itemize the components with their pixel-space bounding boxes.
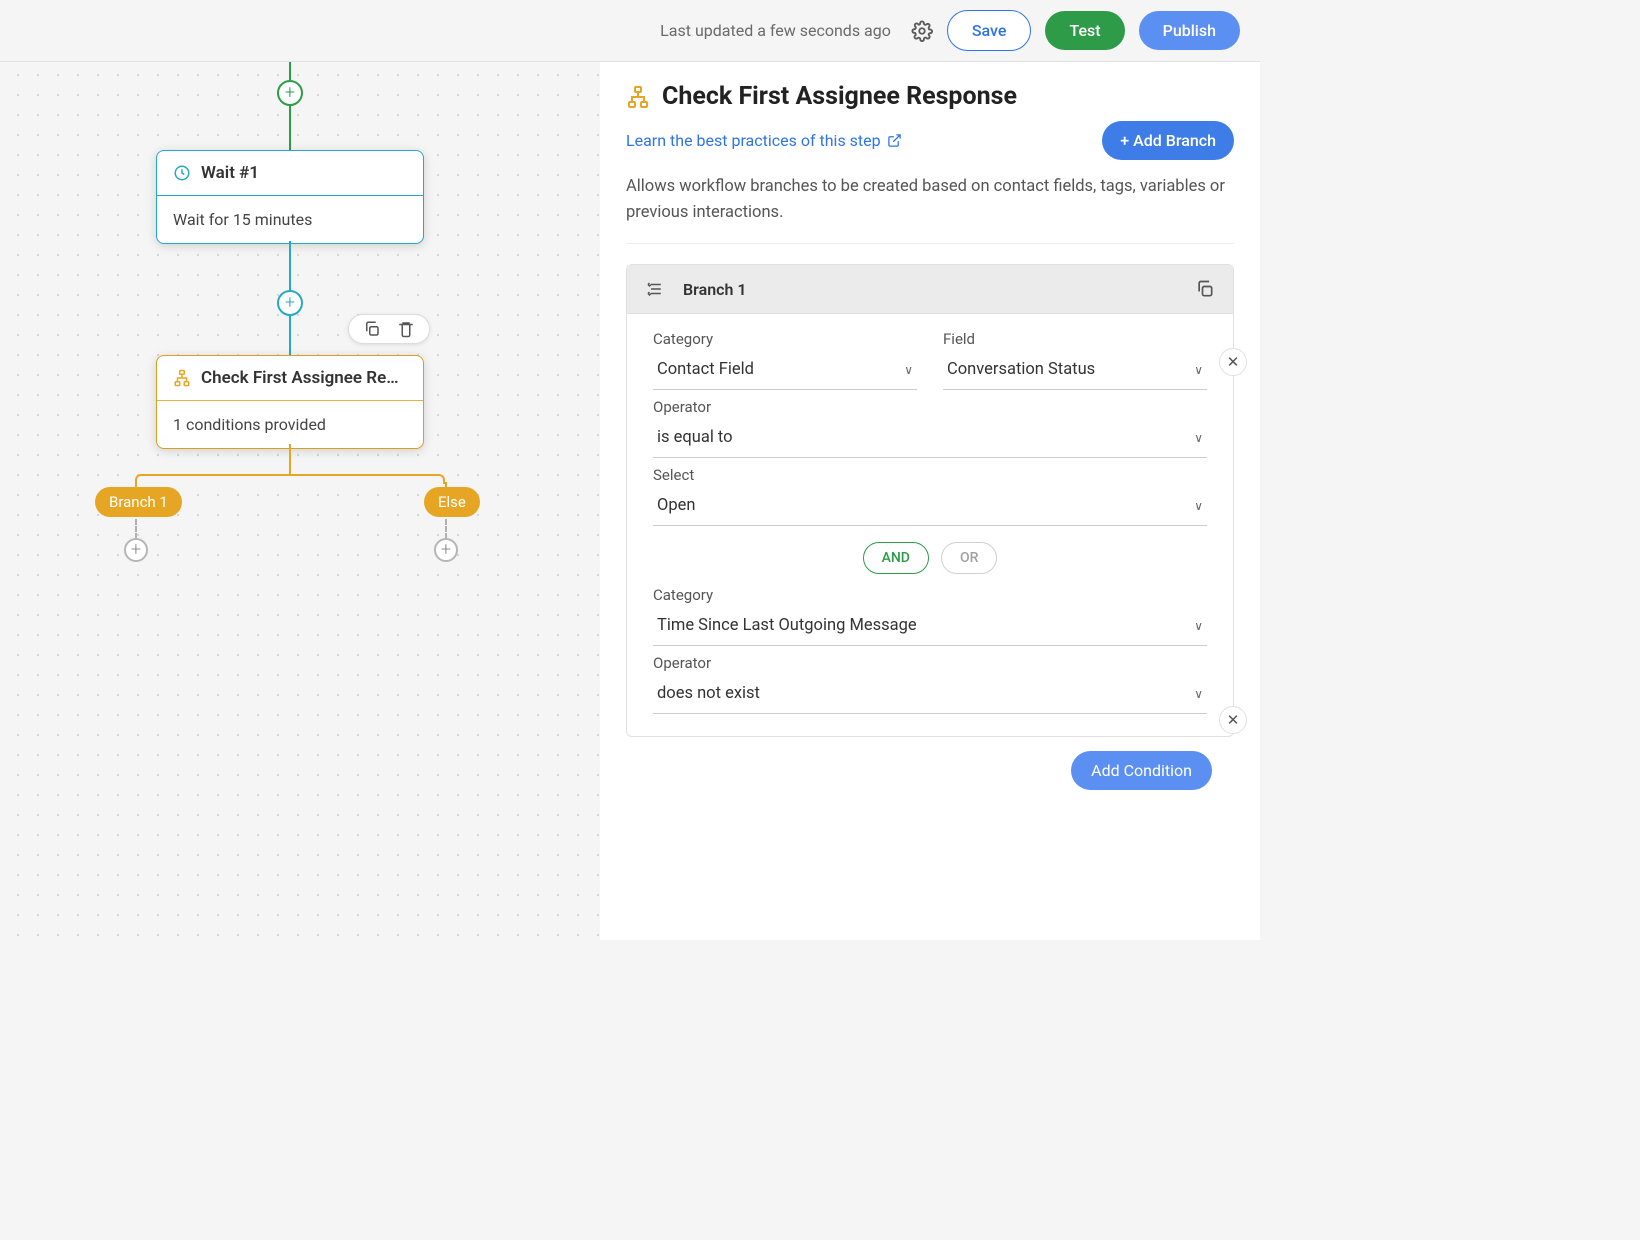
- wait-node-body: Wait for 15 minutes: [157, 196, 423, 243]
- learn-link-text: Learn the best practices of this step: [626, 131, 881, 150]
- wait-node-header: Wait #1: [157, 151, 423, 196]
- branch-name: Branch 1: [683, 280, 1175, 299]
- header: Last updated a few seconds ago Save Test…: [0, 0, 1260, 62]
- connector: [135, 519, 137, 539]
- remove-condition-button[interactable]: ✕: [1219, 348, 1247, 376]
- field-label: Field: [943, 330, 1207, 348]
- field-select[interactable]: Conversation Status∨: [943, 352, 1207, 390]
- connector: [289, 316, 291, 355]
- add-node-icon[interactable]: +: [124, 538, 148, 562]
- learn-link[interactable]: Learn the best practices of this step: [626, 131, 902, 150]
- panel-title: Check First Assignee Response: [662, 82, 1017, 111]
- trash-icon[interactable]: [397, 320, 415, 338]
- config-panel: Check First Assignee Response Learn the …: [600, 62, 1260, 940]
- add-node-icon[interactable]: +: [277, 80, 303, 106]
- clock-icon: [173, 164, 191, 182]
- connector: [289, 62, 291, 80]
- test-button[interactable]: Test: [1045, 11, 1124, 50]
- branch-node-header: Check First Assignee Re…: [157, 356, 423, 401]
- copy-icon[interactable]: [363, 320, 381, 338]
- gear-icon[interactable]: [911, 20, 933, 42]
- category-select[interactable]: Time Since Last Outgoing Message∨: [653, 608, 1207, 646]
- branch-icon: [626, 85, 650, 109]
- connector: [445, 519, 447, 539]
- wait-node-title: Wait #1: [201, 163, 259, 183]
- value-select[interactable]: Open∨: [653, 488, 1207, 526]
- connector: [135, 474, 445, 484]
- operator-label: Operator: [653, 398, 1207, 416]
- reorder-icon[interactable]: [645, 280, 663, 298]
- or-button[interactable]: OR: [941, 542, 997, 574]
- operator-select[interactable]: does not exist∨: [653, 676, 1207, 714]
- operator-select[interactable]: is equal to∨: [653, 420, 1207, 458]
- connector: [289, 106, 291, 150]
- connector: [289, 241, 291, 291]
- chevron-down-icon: ∨: [1194, 431, 1203, 445]
- add-node-icon[interactable]: +: [277, 290, 303, 316]
- wait-node[interactable]: Wait #1 Wait for 15 minutes: [156, 150, 424, 244]
- branch-node-title: Check First Assignee Re…: [201, 368, 399, 388]
- add-branch-button[interactable]: + Add Branch: [1102, 121, 1234, 160]
- branch-node[interactable]: Check First Assignee Re… 1 conditions pr…: [156, 355, 424, 449]
- operator-label: Operator: [653, 654, 1207, 672]
- save-button[interactable]: Save: [947, 10, 1032, 51]
- chevron-down-icon: ∨: [1194, 499, 1203, 513]
- select-label: Select: [653, 466, 1207, 484]
- branch-card: Branch 1 ✕ Category Contact Field∨ Field…: [626, 264, 1234, 737]
- node-toolbar: [348, 314, 430, 344]
- chevron-down-icon: ∨: [1194, 687, 1203, 701]
- workflow-canvas[interactable]: + Wait #1 Wait for 15 minutes + Check Fi…: [0, 62, 600, 940]
- chevron-down-icon: ∨: [904, 363, 913, 377]
- add-condition-button[interactable]: Add Condition: [1071, 751, 1212, 790]
- category-label: Category: [653, 586, 1207, 604]
- external-link-icon: [887, 133, 902, 148]
- branch-card-header: Branch 1: [627, 265, 1233, 314]
- branch1-badge[interactable]: Branch 1: [95, 487, 182, 517]
- last-updated-text: Last updated a few seconds ago: [660, 21, 891, 40]
- remove-condition-button[interactable]: ✕: [1219, 706, 1247, 734]
- chevron-down-icon: ∨: [1194, 619, 1203, 633]
- category-select[interactable]: Contact Field∨: [653, 352, 917, 390]
- connector: [289, 444, 291, 474]
- copy-icon[interactable]: [1195, 279, 1215, 299]
- branch-node-body: 1 conditions provided: [157, 401, 423, 448]
- chevron-down-icon: ∨: [1194, 363, 1203, 377]
- panel-description: Allows workflow branches to be created b…: [626, 174, 1234, 244]
- category-label: Category: [653, 330, 917, 348]
- and-button[interactable]: AND: [863, 542, 929, 574]
- add-node-icon[interactable]: +: [434, 538, 458, 562]
- else-badge[interactable]: Else: [424, 487, 480, 517]
- publish-button[interactable]: Publish: [1139, 11, 1240, 50]
- branch-icon: [173, 369, 191, 387]
